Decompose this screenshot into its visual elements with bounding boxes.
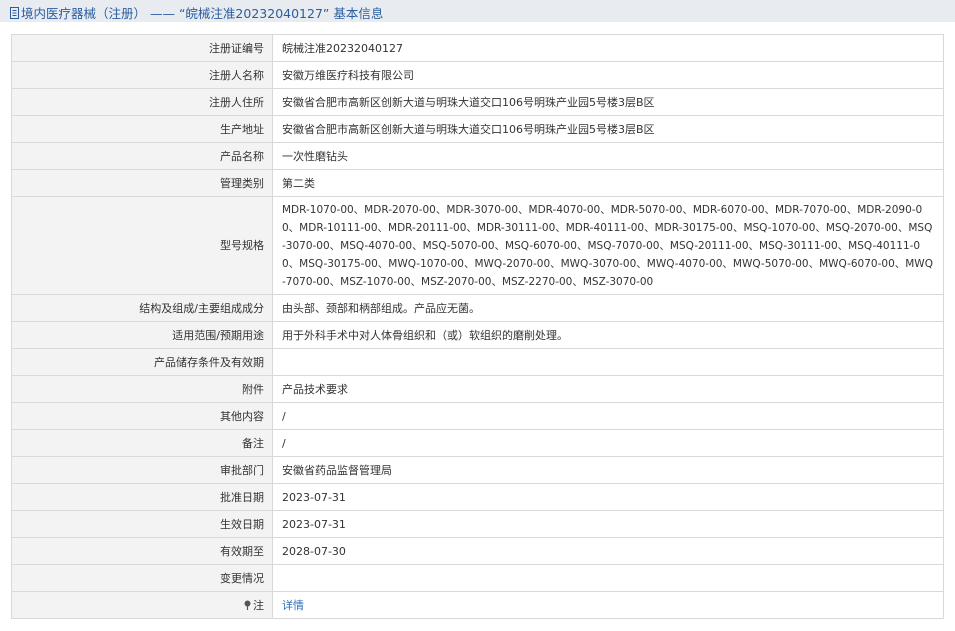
table-row: 审批部门 安徽省药品监督管理局 <box>11 456 944 484</box>
table-row: 产品名称 一次性磨钻头 <box>11 142 944 170</box>
table-row: 注册人住所 安徽省合肥市高新区创新大道与明珠大道交口106号明珠产业园5号楼3层… <box>11 88 944 116</box>
row-value <box>272 348 944 376</box>
row-label: 产品名称 <box>11 142 273 170</box>
row-label: 其他内容 <box>11 402 273 430</box>
row-value: 一次性磨钻头 <box>272 142 944 170</box>
note-value-cell: 详情 <box>272 591 944 619</box>
row-label: 注册人名称 <box>11 61 273 89</box>
table-row: 产品储存条件及有效期 <box>11 348 944 376</box>
row-value <box>272 564 944 592</box>
row-value: 安徽省药品监督管理局 <box>272 456 944 484</box>
row-label: 型号规格 <box>11 196 273 295</box>
row-label: 注 <box>253 598 264 612</box>
details-link[interactable]: 详情 <box>282 599 304 612</box>
row-value: / <box>272 402 944 430</box>
table-row: 生产地址 安徽省合肥市高新区创新大道与明珠大道交口106号明珠产业园5号楼3层B… <box>11 115 944 143</box>
table-row: 有效期至 2028-07-30 <box>11 537 944 565</box>
row-value: MDR-1070-00、MDR-2070-00、MDR-3070-00、MDR-… <box>272 196 944 295</box>
pin-icon <box>244 600 251 610</box>
row-value: 安徽省合肥市高新区创新大道与明珠大道交口106号明珠产业园5号楼3层B区 <box>272 88 944 116</box>
row-label: 批准日期 <box>11 483 273 511</box>
row-label: 有效期至 <box>11 537 273 565</box>
row-value: 2028-07-30 <box>272 537 944 565</box>
row-value: 皖械注准20232040127 <box>272 34 944 62</box>
table-row: 生效日期 2023-07-31 <box>11 510 944 538</box>
row-label: 附件 <box>11 375 273 403</box>
table-row: 适用范围/预期用途 用于外科手术中对人体骨组织和（或）软组织的磨削处理。 <box>11 321 944 349</box>
document-icon <box>10 7 19 19</box>
row-label: 管理类别 <box>11 169 273 197</box>
page-title-wrap: 境内医疗器械（注册） —— “皖械注准20232040127” 基本信息 <box>10 3 383 22</box>
table-row: 结构及组成/主要组成成分 由头部、颈部和柄部组成。产品应无菌。 <box>11 294 944 322</box>
row-value: 安徽省合肥市高新区创新大道与明珠大道交口106号明珠产业园5号楼3层B区 <box>272 115 944 143</box>
row-label: 审批部门 <box>11 456 273 484</box>
row-value: 由头部、颈部和柄部组成。产品应无菌。 <box>272 294 944 322</box>
table-row: 注册证编号 皖械注准20232040127 <box>11 34 944 62</box>
row-label: 适用范围/预期用途 <box>11 321 273 349</box>
row-value: 2023-07-31 <box>272 510 944 538</box>
row-label: 结构及组成/主要组成成分 <box>11 294 273 322</box>
table-row: 管理类别 第二类 <box>11 169 944 197</box>
row-value: 安徽万维医疗科技有限公司 <box>272 61 944 89</box>
row-label: 注册证编号 <box>11 34 273 62</box>
row-value: 2023-07-31 <box>272 483 944 511</box>
table-row: 批准日期 2023-07-31 <box>11 483 944 511</box>
table-row: 注 详情 <box>11 591 944 619</box>
table-row: 变更情况 <box>11 564 944 592</box>
row-value: 产品技术要求 <box>272 375 944 403</box>
table-row: 备注 / <box>11 429 944 457</box>
note-label-cell: 注 <box>11 591 273 619</box>
row-value: 用于外科手术中对人体骨组织和（或）软组织的磨削处理。 <box>272 321 944 349</box>
page-title: 境内医疗器械（注册） —— “皖械注准20232040127” 基本信息 <box>21 6 384 21</box>
table-row: 注册人名称 安徽万维医疗科技有限公司 <box>11 61 944 89</box>
table-row: 型号规格 MDR-1070-00、MDR-2070-00、MDR-3070-00… <box>11 196 944 295</box>
row-label: 注册人住所 <box>11 88 273 116</box>
row-label: 备注 <box>11 429 273 457</box>
table-row: 附件 产品技术要求 <box>11 375 944 403</box>
title-bar: 境内医疗器械（注册） —— “皖械注准20232040127” 基本信息 <box>0 0 955 22</box>
row-label: 生产地址 <box>11 115 273 143</box>
table-row: 其他内容 / <box>11 402 944 430</box>
row-label: 变更情况 <box>11 564 273 592</box>
row-value: / <box>272 429 944 457</box>
row-label: 产品储存条件及有效期 <box>11 348 273 376</box>
row-value: 第二类 <box>272 169 944 197</box>
info-table: 注册证编号 皖械注准20232040127 注册人名称 安徽万维医疗科技有限公司… <box>11 34 944 619</box>
row-label: 生效日期 <box>11 510 273 538</box>
